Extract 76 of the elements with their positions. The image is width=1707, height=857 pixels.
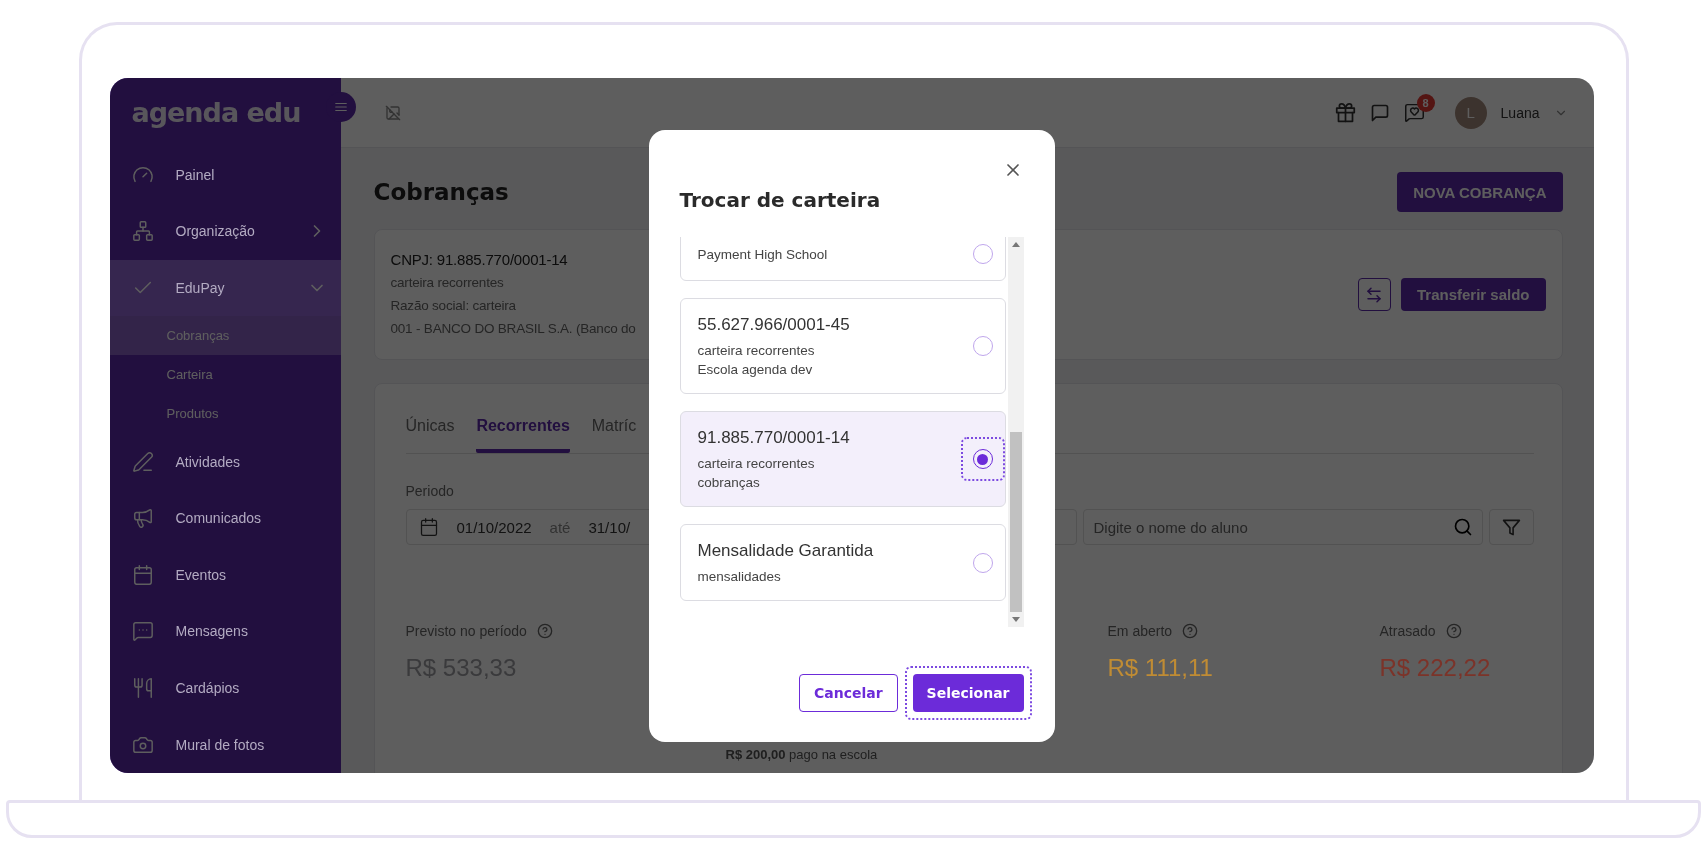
logo: agenda edu [131,96,301,128]
wallet-title: Mensalidade Garantida [697,541,875,561]
select-button[interactable]: Selecionar [912,674,1024,712]
utensils-icon [131,677,154,700]
wallet-cnpj: CNPJ: 91.885.770/0001-14 [390,251,568,269]
wallet-detail: Payment High School [697,246,829,262]
swap-arrows-icon [1365,285,1384,304]
stat-label: Em aberto [1107,623,1173,639]
sidebar-item[interactable]: Mural de fotos [109,716,341,773]
swap-button[interactable] [1357,278,1391,311]
wallet-title: 55.627.966/0001-45 [697,315,851,335]
paid-note: R$ 200,00 pago na escola [725,747,878,762]
wallet-option[interactable]: Mensalidade Garantida mensalidades [679,524,1006,601]
sidebar-label: Comunicados [175,510,263,527]
sidebar-item[interactable]: EduPay [109,259,341,317]
heart-chat-icon [1403,102,1425,123]
search-field[interactable]: Digite o nome do aluno [1082,509,1483,545]
cancel-button[interactable]: Cancelar [798,674,898,712]
wallet-detail: mensalidades [697,569,782,584]
help-icon[interactable] [1445,623,1462,639]
sidebar-label: Organização [175,223,256,240]
sidebar-label: Painel [175,166,216,183]
sidebar-label: Cardápios [175,680,241,697]
wallet-detail: carteira recorrentes [390,274,504,292]
filter-button[interactable] [1488,509,1534,545]
wallet-detail: cobranças [697,475,761,490]
megaphone-icon [131,507,154,530]
sidebar-item[interactable]: Painel [109,146,341,203]
sidebar-label: EduPay [175,279,226,296]
wallet-detail: Razão social: carteira [390,297,516,315]
sidebar-item[interactable]: Atividades [109,433,341,490]
scrollbar-thumb[interactable] [1009,432,1022,612]
period-label: Periodo [405,483,454,499]
start-date: 01/10/2022 [456,518,532,536]
wallet-title: 91.885.770/0001-14 [697,428,851,448]
wallet-detail: carteira recorrentes [697,343,816,358]
gift-button[interactable] [1334,102,1356,123]
help-icon[interactable] [1182,623,1199,639]
filter-icon [1501,517,1521,537]
sidebar-label: Eventos [175,566,228,583]
notification-badge: 8 [1416,94,1435,112]
wallet-detail: Escola agenda dev [697,362,814,377]
pencil-icon [131,450,154,473]
speech-bubble-icon [1369,102,1390,123]
page-title: Cobranças [373,179,509,205]
dialog-title: Trocar de carteira [679,188,882,212]
wallet-option[interactable]: Payment High School [679,237,1006,281]
wallet-option[interactable]: 55.627.966/0001-45 carteira recorrentes Escola agenda dev [679,298,1006,394]
broken-image-icon [384,104,401,121]
network-icon [131,220,154,243]
chat-button[interactable] [1403,102,1425,123]
calendar-icon [418,517,439,537]
wallet-detail: carteira recorrentes [697,456,816,471]
sidebar-item[interactable]: Mensagens [109,603,341,660]
help-button[interactable] [1369,102,1390,123]
stat-label: Previsto no período [405,623,527,639]
sidebar-label: Mensagens [175,623,249,640]
calendar-icon [131,563,154,586]
stat-amount: R$ 111,11 [1107,654,1213,682]
menu-icon [333,100,348,114]
wallet-option[interactable]: 91.885.770/0001-14 carteira recorrentes cobranças [679,411,1006,507]
sidebar-label: Mural de fotos [175,736,266,753]
search-icon[interactable] [1452,517,1473,537]
stat-label: Atrasado [1379,623,1436,639]
sidebar-item[interactable]: Organização [109,202,341,260]
sidebar-item[interactable]: Comunicados [109,489,341,547]
end-date: 31/10/ [588,518,631,536]
wallet-detail: 001 - BANCO DO BRASIL S.A. (Banco do [390,320,636,338]
sidebar-label: Atividades [175,453,242,470]
chat-icon [131,620,154,643]
scroll-down-icon[interactable] [1011,617,1020,622]
sidebar-item[interactable]: Cardápios [109,659,341,717]
scroll-up-icon[interactable] [1011,242,1020,247]
sidebar-item[interactable]: Eventos [109,546,341,604]
gift-icon [1334,102,1356,123]
help-icon[interactable] [536,623,553,639]
